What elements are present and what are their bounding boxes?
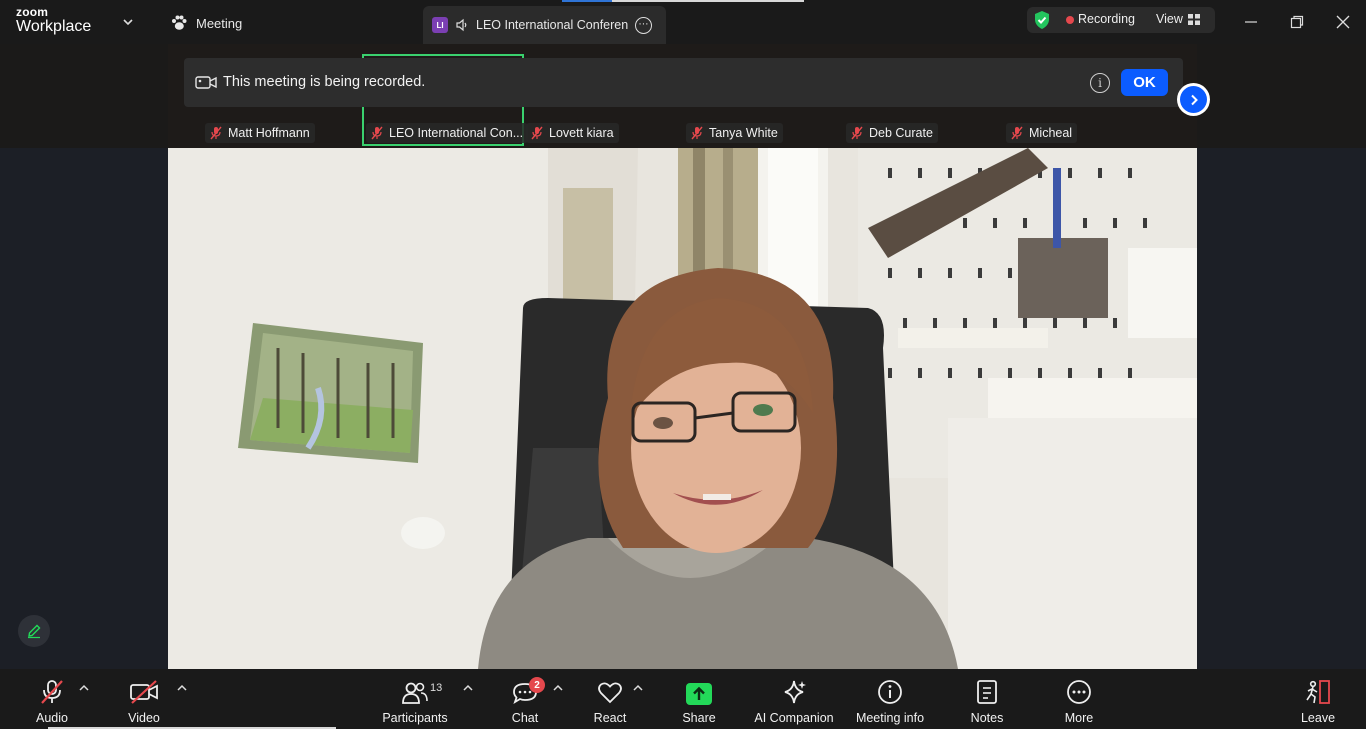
recording-dot-icon — [1066, 16, 1074, 24]
ai-companion-label: AI Companion — [754, 711, 834, 725]
mic-muted-icon — [41, 680, 63, 704]
shield-check-icon[interactable] — [1032, 10, 1052, 30]
ok-button[interactable]: OK — [1121, 69, 1168, 96]
annotate-button[interactable] — [18, 615, 50, 647]
close-icon — [1336, 15, 1350, 29]
participant-chip[interactable]: LEO International Con... — [366, 123, 529, 143]
participants-label: Participants — [382, 711, 448, 725]
speaker-video-frame — [168, 148, 1197, 669]
participant-name: LEO International Con... — [389, 126, 524, 140]
close-button[interactable] — [1331, 10, 1355, 34]
chat-label: Chat — [511, 711, 539, 725]
info-icon[interactable]: i — [1090, 73, 1110, 93]
leave-button[interactable]: Leave — [1300, 677, 1336, 725]
notes-icon — [977, 680, 997, 704]
leave-icon — [1306, 680, 1330, 704]
pencil-icon — [28, 624, 41, 639]
video-off-icon — [130, 680, 158, 704]
chevron-down-icon[interactable] — [120, 14, 136, 30]
title-bar: zoom Workplace Meeting LI LEO Internatio… — [0, 0, 1366, 44]
chevron-up-icon[interactable] — [79, 684, 89, 692]
audio-label: Audio — [36, 711, 68, 725]
mic-muted-icon — [691, 126, 703, 140]
more-label: More — [1064, 711, 1094, 725]
minimize-button[interactable] — [1239, 10, 1263, 34]
tab-title: LEO International Conference — [476, 18, 628, 32]
participant-name: Lovett kiara — [549, 126, 614, 140]
ai-companion-button[interactable]: AI Companion — [754, 677, 834, 725]
leave-label: Leave — [1300, 711, 1336, 725]
participant-chip[interactable]: Micheal — [1006, 123, 1078, 143]
video-button[interactable]: Video — [127, 677, 161, 725]
meeting-info-label: Meeting info — [855, 711, 925, 725]
tab-avatar: LI — [432, 17, 448, 33]
grid-view-icon[interactable] — [1188, 14, 1200, 25]
chevron-right-icon — [1190, 94, 1198, 105]
mic-muted-icon — [371, 126, 383, 140]
meeting-menu[interactable]: Meeting — [170, 12, 242, 34]
share-label: Share — [682, 711, 716, 725]
participant-chip[interactable]: Lovett kiara — [526, 123, 619, 143]
audio-button[interactable]: Audio — [36, 677, 68, 725]
app-brand: zoom Workplace — [16, 6, 91, 35]
participant-chip[interactable]: Tanya White — [686, 123, 783, 143]
next-page-button[interactable] — [1177, 83, 1210, 116]
participant-name: Micheal — [1029, 126, 1073, 140]
chevron-up-icon[interactable] — [633, 684, 643, 692]
meeting-info-button[interactable]: Meeting info — [855, 677, 925, 725]
chevron-up-icon[interactable] — [177, 684, 187, 692]
brand-workplace-text: Workplace — [16, 18, 92, 35]
notes-label: Notes — [970, 711, 1004, 725]
speaker-icon — [456, 18, 467, 32]
tab-more-icon[interactable]: ⋯ — [635, 16, 652, 34]
sparkle-icon — [784, 680, 806, 704]
share-button[interactable]: Share — [682, 677, 716, 725]
chat-unread-badge: 2 — [529, 677, 545, 693]
participant-name: Tanya White — [709, 126, 778, 140]
more-button[interactable]: More — [1063, 677, 1095, 725]
meeting-tab[interactable]: LI LEO International Conference ⋯ — [423, 6, 666, 44]
restore-button[interactable] — [1285, 10, 1309, 34]
brand-zoom-text: zoom — [16, 5, 49, 19]
meeting-menu-label: Meeting — [196, 15, 243, 31]
video-label: Video — [128, 711, 160, 725]
notes-button[interactable]: Notes — [970, 677, 1004, 725]
top-progress-strip — [562, 0, 804, 2]
share-screen-icon — [686, 683, 712, 705]
speaker-video — [168, 148, 1197, 669]
restore-icon — [1290, 15, 1304, 29]
heart-icon — [598, 682, 622, 704]
participant-chip[interactable]: Matt Hoffmann — [205, 123, 315, 143]
view-button[interactable]: View — [1156, 12, 1183, 26]
mic-muted-icon — [210, 126, 222, 140]
mic-muted-icon — [1011, 126, 1023, 140]
chevron-up-icon[interactable] — [463, 684, 473, 692]
participant-name: Matt Hoffmann — [228, 126, 310, 140]
participant-name: Deb Curate — [869, 126, 933, 140]
react-button[interactable]: React — [594, 677, 626, 725]
meeting-toolbar: Audio Video Participants 13 Chat 2 React… — [0, 669, 1366, 729]
participant-chip[interactable]: Deb Curate — [846, 123, 938, 143]
recording-notice-text: This meeting is being recorded. — [223, 74, 426, 90]
minimize-icon — [1245, 21, 1257, 23]
info-icon — [878, 680, 902, 704]
chevron-up-icon[interactable] — [553, 684, 563, 692]
mic-muted-icon — [851, 126, 863, 140]
recording-notice-banner: This meeting is being recorded. i OK — [184, 58, 1183, 107]
status-pill: Recording View — [1027, 7, 1215, 33]
video-camera-icon — [195, 76, 217, 89]
mic-muted-icon — [531, 126, 543, 140]
paw-icon — [172, 15, 187, 30]
participants-icon — [402, 682, 428, 704]
participants-count: 13 — [430, 682, 443, 694]
more-icon — [1067, 680, 1091, 704]
react-label: React — [593, 711, 627, 725]
recording-label[interactable]: Recording — [1078, 12, 1135, 26]
